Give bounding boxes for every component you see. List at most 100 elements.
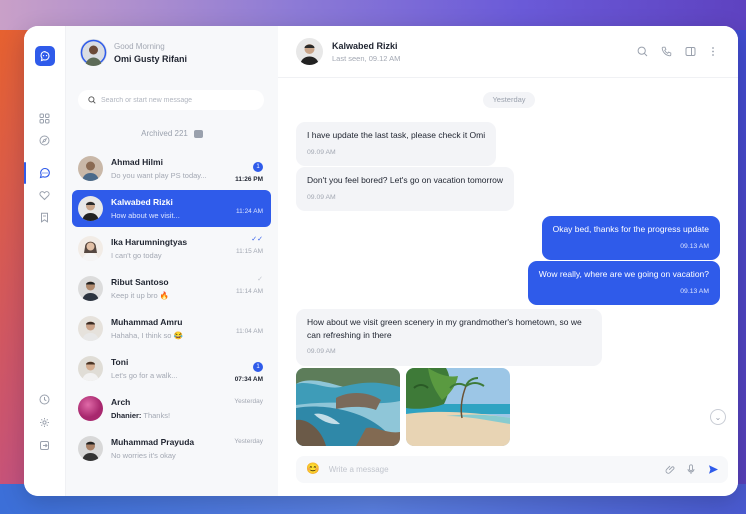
message-time: 09.13 AM (680, 242, 709, 250)
conversation-item[interactable]: Muhammad Amru Hahaha, I think so 😂 11:04… (72, 310, 271, 347)
settings-icon[interactable] (38, 416, 51, 429)
message-time: 09.09 AM (307, 348, 336, 355)
more-icon[interactable] (706, 44, 720, 58)
phone-icon[interactable] (659, 44, 673, 58)
search-icon[interactable] (635, 44, 649, 58)
archived-label: Archived 221 (141, 129, 188, 138)
check-icon: ✓ (257, 276, 263, 283)
shared-photo[interactable] (296, 368, 400, 446)
conversation-preview: Thanks! (143, 411, 171, 420)
avatar (78, 236, 103, 261)
peer-last-seen: Last seen, 09.12 AM (332, 53, 401, 63)
chevron-down-icon: ⌄ (714, 412, 722, 422)
conversation-item[interactable]: Toni Let's go for a walk... 1 07:34 AM (72, 350, 271, 387)
message-time: 09.09 AM (307, 148, 336, 156)
conversation-preview: I can't go today (111, 251, 162, 260)
conversation-name: Ahmad Hilmi (111, 157, 163, 167)
conversation-preview: Hahaha, I think so 😂 (111, 331, 183, 340)
message-text: I have update the last task, please chec… (307, 130, 486, 140)
message-bubble[interactable]: Don't you feel bored? Let's go on vacati… (296, 167, 515, 211)
avatar (78, 356, 103, 381)
unread-badge: 1 (253, 162, 263, 172)
conversation-name: Ribut Santoso (111, 277, 169, 287)
message-text: Wow really, where are we going on vacati… (538, 269, 709, 279)
conversation-name: Muhammad Prayuda (111, 437, 195, 447)
message-bubble[interactable]: I have update the last task, please chec… (296, 122, 497, 166)
avatar (296, 38, 323, 65)
message-bubble[interactable]: How about we visit green scenery in my g… (296, 309, 602, 366)
unread-badge: 1 (253, 362, 263, 372)
message-text: Don't you feel bored? Let's go on vacati… (307, 175, 504, 185)
app-window: Good Morning Omi Gusty Rifani Archived 2… (24, 26, 738, 496)
send-icon[interactable] (707, 463, 719, 475)
conversation-item[interactable]: Ribut Santoso Keep it up bro 🔥 ✓ 11:14 A… (72, 270, 271, 307)
chat-header: Kalwabed Rizki Last seen, 09.12 AM (278, 26, 738, 78)
bookmark-icon[interactable] (38, 211, 51, 224)
search-input[interactable] (101, 96, 251, 104)
conversation-item[interactable]: Arch Dhanier: Thanks! Yesterday (72, 390, 271, 427)
chat-panel: Kalwabed Rizki Last seen, 09.12 AM Yeste… (278, 26, 738, 496)
conversation-preview: How about we visit... (111, 211, 180, 220)
date-separator: Yesterday (483, 92, 535, 108)
shared-photo[interactable] (406, 368, 510, 446)
avatar (78, 396, 103, 421)
message-time: 09.13 AM (680, 287, 709, 295)
conversation-time: 11:26 PM (235, 176, 263, 183)
sidebar-toggle-icon[interactable] (683, 44, 697, 58)
compass-icon[interactable] (38, 134, 51, 147)
conversation-time: 07:34 AM (234, 376, 263, 383)
conversation-name: Muhammad Amru (111, 317, 183, 327)
peer-name: Kalwabed Rizki (332, 40, 398, 51)
message-input[interactable] (328, 465, 629, 474)
avatar (78, 156, 103, 181)
clock-icon[interactable] (38, 393, 51, 406)
search-icon (88, 96, 96, 104)
avatar (78, 316, 103, 341)
rail-active-indicator (24, 162, 26, 184)
conversation-name: Ika Harumningtyas (111, 237, 188, 247)
search-box[interactable] (78, 90, 264, 110)
avatar (80, 39, 107, 66)
scroll-down-button[interactable]: ⌄ (710, 409, 726, 425)
conversation-time: Yesterday (234, 438, 263, 445)
archived-row[interactable]: Archived 221 (66, 129, 278, 138)
message-time: 09.09 AM (307, 193, 336, 201)
microphone-icon[interactable] (685, 463, 697, 475)
greeting-text: Good Morning (114, 41, 165, 51)
conversation-item[interactable]: Ahmad Hilmi Do you want play PS today...… (72, 150, 271, 187)
message-text: How about we visit green scenery in my g… (307, 317, 582, 340)
archive-icon (193, 129, 203, 138)
heart-icon[interactable] (38, 189, 51, 202)
grid-icon[interactable] (38, 112, 51, 125)
avatar (78, 436, 103, 461)
chat-icon[interactable] (38, 166, 51, 179)
current-user[interactable]: Good Morning Omi Gusty Rifani (80, 39, 187, 66)
conversation-preview: Let's go for a walk... (111, 371, 178, 380)
attach-icon[interactable] (664, 463, 676, 475)
chat-peer[interactable]: Kalwabed Rizki Last seen, 09.12 AM (296, 38, 400, 65)
conversation-time: Yesterday (234, 398, 263, 405)
logout-icon[interactable] (38, 439, 51, 452)
message-composer: 😊 (296, 456, 728, 483)
emoji-icon[interactable]: 😊 (306, 464, 320, 475)
avatar (78, 276, 103, 301)
message-bubble-own[interactable]: Wow really, where are we going on vacati… (527, 261, 720, 305)
conversation-time: 11:24 AM (236, 208, 263, 215)
app-logo[interactable] (35, 46, 55, 66)
conversation-preview: Keep it up bro 🔥 (111, 291, 170, 300)
conversation-name: Kalwabed Rizki (111, 197, 173, 207)
user-name: Omi Gusty Rifani (114, 53, 188, 64)
message-bubble-own[interactable]: Okay bed, thanks for the progress update… (541, 216, 720, 260)
conversation-preview: No worries it's okay (111, 451, 176, 460)
conversation-item[interactable]: Muhammad Prayuda No worries it's okay Ye… (72, 430, 271, 467)
nav-rail (24, 26, 66, 496)
avatar (78, 196, 103, 221)
conversation-name: Toni (111, 357, 129, 367)
conversation-preview: Do you want play PS today... (111, 171, 207, 180)
conversation-name: Arch (111, 397, 131, 407)
message-text: Okay bed, thanks for the progress update (552, 224, 709, 234)
conversation-item-active[interactable]: Kalwabed Rizki How about we visit... 11:… (72, 190, 271, 227)
conversation-item[interactable]: Ika Harumningtyas I can't go today ✓✓ 11… (72, 230, 271, 267)
preview-sender: Dhanier: (111, 411, 142, 420)
conversation-time: 11:04 AM (236, 328, 263, 335)
